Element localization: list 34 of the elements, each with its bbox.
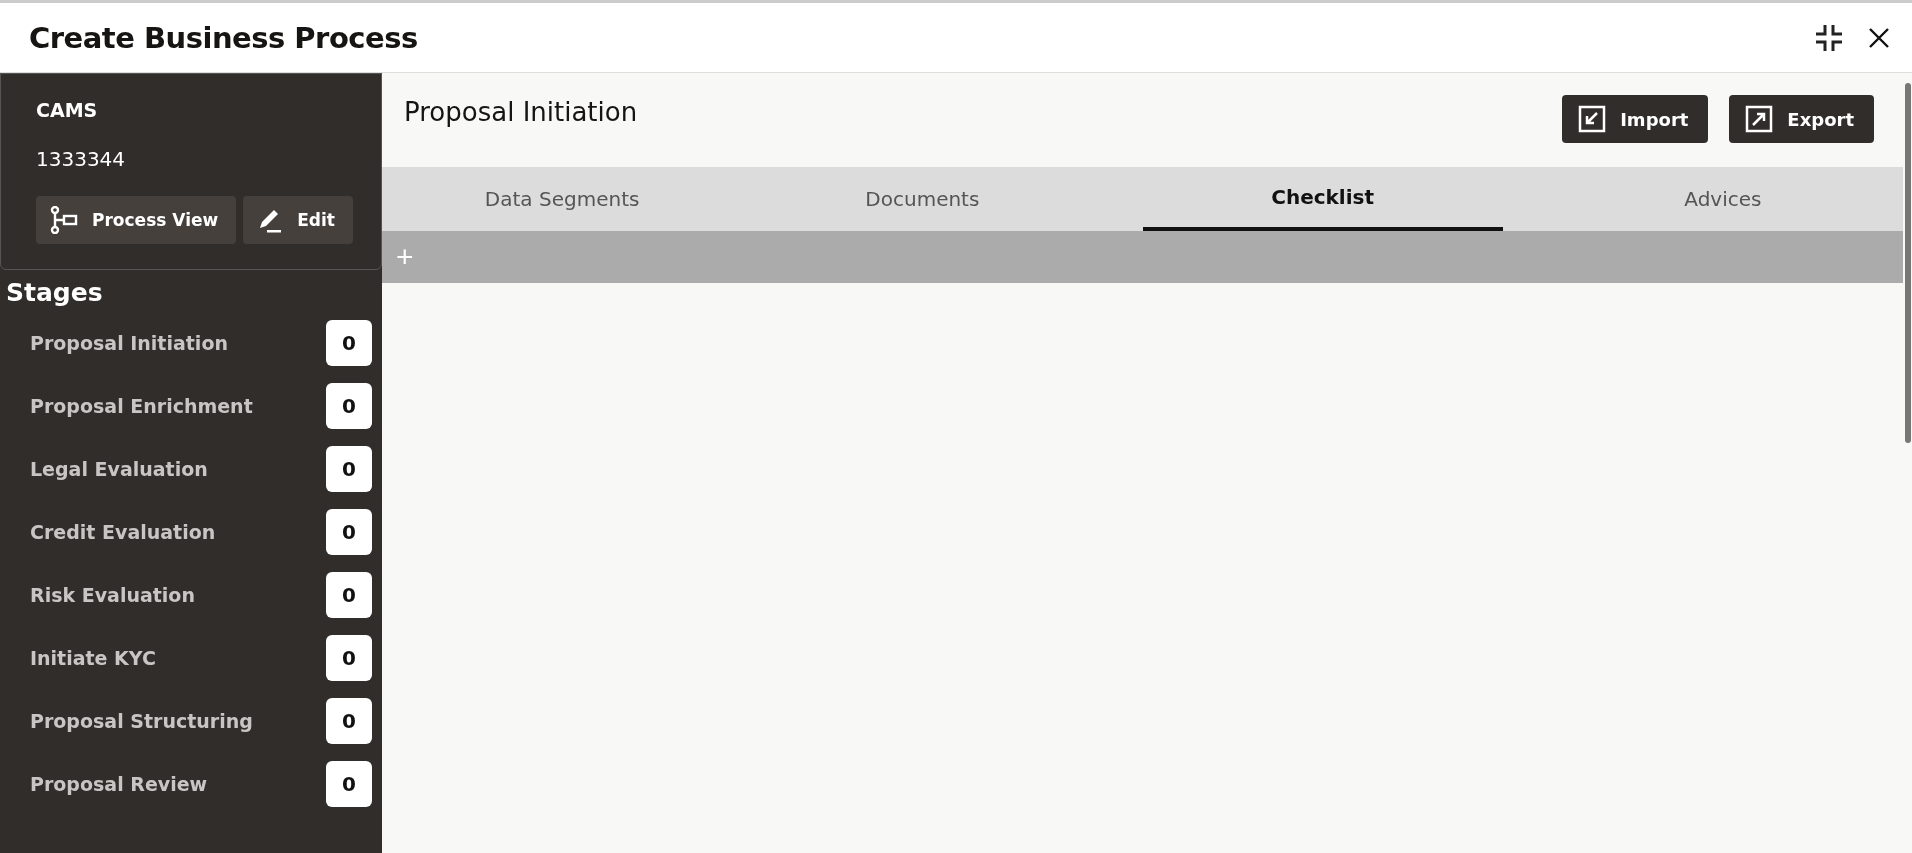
stage-count: 0 <box>326 760 372 807</box>
scrollbar[interactable] <box>1905 83 1911 443</box>
stage-count: 0 <box>326 697 372 744</box>
stage-name[interactable]: Proposal Review <box>30 772 208 795</box>
collapse-icon[interactable] <box>1814 22 1844 53</box>
stage-title: Proposal Initiation <box>404 97 638 127</box>
stage-count: 0 <box>326 319 372 366</box>
flow-icon <box>50 206 80 234</box>
edit-button[interactable]: Edit <box>243 196 353 244</box>
import-button[interactable]: Import <box>1562 95 1709 143</box>
tab[interactable]: Data Segments <box>382 167 743 231</box>
stage-name[interactable]: Proposal Initiation <box>30 331 228 354</box>
stage-count: 0 <box>326 571 372 618</box>
process-name: CAMS <box>36 99 99 121</box>
stage-name[interactable]: Initiate KYC <box>30 646 156 669</box>
stage-count: 0 <box>326 508 372 555</box>
tab[interactable]: Documents <box>742 167 1103 231</box>
stage-name[interactable]: Legal Evaluation <box>30 457 208 480</box>
stage-name[interactable]: Credit Evaluation <box>30 520 216 543</box>
process-code: 1333344 <box>36 147 127 171</box>
export-button[interactable]: Export <box>1729 95 1874 143</box>
close-icon[interactable] <box>1868 26 1890 49</box>
import-icon <box>1578 105 1607 133</box>
stage-count: 0 <box>326 382 372 429</box>
stage-name[interactable]: Risk Evaluation <box>30 583 195 606</box>
stage-name[interactable]: Proposal Enrichment <box>30 394 253 417</box>
stage-count: 0 <box>326 445 372 492</box>
window-title: Create Business Process <box>29 20 418 55</box>
tab[interactable]: Advices <box>1542 167 1903 231</box>
export-icon <box>1745 105 1774 133</box>
stage-name[interactable]: Proposal Structuring <box>30 709 253 732</box>
process-view-button[interactable]: Process View <box>36 196 237 244</box>
stages-heading: Stages <box>5 277 104 307</box>
stage-count: 0 <box>326 634 372 681</box>
